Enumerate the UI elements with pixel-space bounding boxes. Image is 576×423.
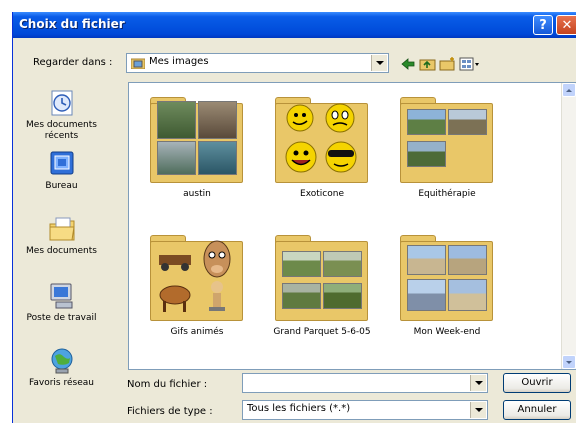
folder-icon [275,235,368,321]
folder-label: Gifs animés [170,327,224,337]
cancel-button[interactable]: Annuler [503,400,571,420]
place-my-documents[interactable]: Mes documents [13,214,110,257]
open-button[interactable]: Ouvrir [503,373,571,393]
filename-label: Nom du fichier : [127,379,208,390]
folder-item[interactable]: Exoticone [262,89,382,229]
scroll-up-icon[interactable] [562,83,576,97]
folder-item[interactable]: Grand Parquet 5-6-05 [262,227,382,367]
close-button[interactable]: ✕ [556,15,576,35]
places-bar: Mes documents récents Bureau Mes documen… [13,74,110,414]
folder-icon [150,97,243,183]
filename-input[interactable] [242,373,488,393]
window-title: Choix du fichier [19,17,125,31]
new-folder-icon[interactable] [439,56,457,72]
folder-item[interactable]: Equithérapie [387,89,507,229]
file-dialog: Choix du fichier ? ✕ Regarder dans : Mes… [12,12,576,423]
place-network[interactable]: Favoris réseau [13,346,110,389]
recent-documents-icon [51,90,72,116]
look-in-dropdown[interactable]: Mes images [126,53,389,73]
folder-item[interactable]: austin [137,89,257,229]
folder-label: Exoticone [300,189,344,199]
look-in-value: Mes images [149,56,209,67]
vertical-scrollbar[interactable] [561,83,576,369]
folder-icon [275,97,368,183]
up-folder-icon[interactable] [419,56,437,72]
folder-label: Equithérapie [418,189,476,199]
file-list-view[interactable]: austin Exoticone Equithérapie Gifs animé… [128,82,576,370]
look-in-label: Regarder dans : [33,57,113,68]
folder-icon [150,235,243,321]
animated-gif-thumbnails [159,240,231,312]
place-label: Bureau [45,181,78,191]
my-computer-icon [50,283,72,309]
folder-item[interactable]: Mon Week-end [387,227,507,367]
emoticon-thumbnails [285,103,357,173]
chevron-down-icon[interactable] [470,402,486,418]
desktop-icon [50,151,73,175]
place-recent-documents[interactable]: Mes documents récents [13,88,110,142]
my-documents-icon [49,217,75,241]
place-desktop[interactable]: Bureau [13,149,110,192]
chevron-down-icon[interactable] [470,375,486,391]
my-pictures-folder-icon [131,58,145,69]
folder-label: Mon Week-end [413,327,481,337]
folder-icon [400,235,493,321]
view-menu-icon[interactable] [459,56,481,72]
filetype-label: Fichiers de type : [127,406,213,417]
folder-label: austin [183,189,211,199]
title-bar[interactable]: Choix du fichier ? ✕ [13,12,576,38]
place-label: Mes documents [26,246,97,256]
place-label: Poste de travail [26,313,97,323]
place-label: Favoris réseau [29,378,94,388]
back-arrow-icon[interactable] [399,56,417,72]
help-button[interactable]: ? [533,15,553,35]
scroll-down-icon[interactable] [562,355,576,369]
folder-label: Grand Parquet 5-6-05 [273,327,371,337]
folder-item[interactable]: Gifs animés [137,227,257,367]
filetype-dropdown[interactable]: Tous les fichiers (*.*) [242,400,488,420]
chevron-down-icon[interactable] [371,55,387,71]
place-my-computer[interactable]: Poste de travail [13,281,110,324]
place-label: Mes documents récents [26,120,97,141]
network-places-icon [51,348,72,374]
folder-icon [400,97,493,183]
filetype-value: Tous les fichiers (*.*) [247,403,351,414]
